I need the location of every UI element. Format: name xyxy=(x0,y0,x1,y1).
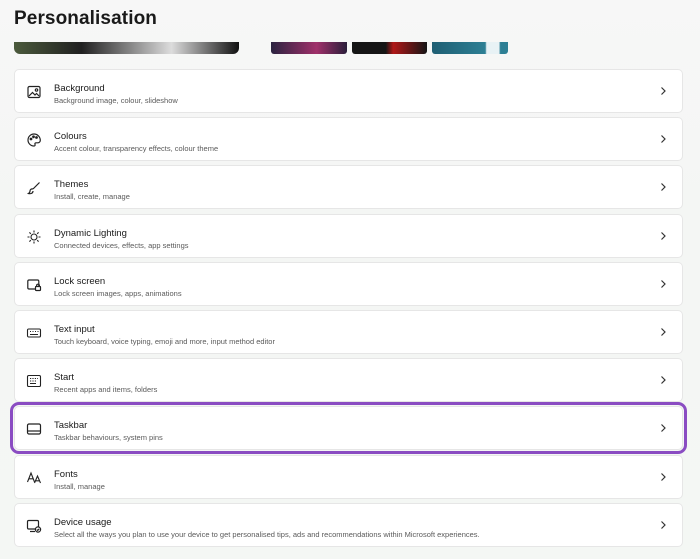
chevron-right-icon xyxy=(658,133,668,145)
fonts-icon xyxy=(26,470,42,486)
item-label: Device usage xyxy=(54,516,112,528)
item-label: Themes xyxy=(54,179,89,191)
settings-item-taskbar[interactable]: Taskbar Taskbar behaviours, system pins xyxy=(10,402,687,455)
image-icon xyxy=(26,84,42,100)
taskbar-icon xyxy=(26,421,42,437)
item-description: Taskbar behaviours, system pins xyxy=(54,433,163,443)
item-description: Install, manage xyxy=(54,481,105,491)
item-description: Recent apps and items, folders xyxy=(54,385,158,395)
settings-item-lock-screen[interactable]: Lock screen Lock screen images, apps, an… xyxy=(14,261,683,306)
theme-thumbnail[interactable] xyxy=(271,42,347,54)
item-description: Connected devices, effects, app settings xyxy=(54,240,189,250)
settings-item-device-usage[interactable]: Device usage Select all the ways you pla… xyxy=(14,502,683,547)
chevron-right-icon xyxy=(658,85,668,97)
item-label: Fonts xyxy=(54,468,78,480)
brush-icon xyxy=(26,180,42,196)
chevron-right-icon xyxy=(658,422,668,434)
settings-item-start[interactable]: Start Recent apps and items, folders xyxy=(14,358,683,403)
page-title: Personalisation xyxy=(14,8,157,29)
settings-list: Background Background image, colour, sli… xyxy=(10,69,687,551)
chevron-right-icon xyxy=(658,519,668,531)
item-label: Start xyxy=(54,372,75,384)
chevron-right-icon xyxy=(658,374,668,386)
settings-item-dynamic-lighting[interactable]: Dynamic Lighting Connected devices, effe… xyxy=(14,213,683,258)
item-description: Accent colour, transparency effects, col… xyxy=(54,144,219,154)
theme-thumbnail[interactable] xyxy=(432,42,508,54)
item-label: Dynamic Lighting xyxy=(54,227,127,239)
settings-item-fonts[interactable]: Fonts Install, manage xyxy=(14,454,683,499)
chevron-right-icon xyxy=(658,471,668,483)
item-description: Install, create, manage xyxy=(54,192,130,202)
sun-icon xyxy=(26,229,42,245)
item-description: Lock screen images, apps, animations xyxy=(54,288,182,298)
item-label: Text input xyxy=(54,323,95,335)
lock-screen-icon xyxy=(26,277,42,293)
settings-item-colours[interactable]: Colours Accent colour, transparency effe… xyxy=(14,117,683,162)
theme-previews xyxy=(0,42,700,54)
settings-item-themes[interactable]: Themes Install, create, manage xyxy=(14,165,683,210)
item-label: Background xyxy=(54,83,105,94)
chevron-right-icon xyxy=(658,326,668,338)
item-label: Taskbar xyxy=(54,420,88,432)
settings-item-text-input[interactable]: Text input Touch keyboard, voice typing,… xyxy=(14,309,683,354)
palette-icon xyxy=(26,132,42,148)
chevron-right-icon xyxy=(658,181,668,193)
item-label: Lock screen xyxy=(54,275,106,287)
keyboard-icon xyxy=(26,325,42,341)
start-icon xyxy=(26,373,42,389)
chevron-right-icon xyxy=(658,230,668,242)
background-preview[interactable] xyxy=(14,42,239,54)
theme-thumbnail[interactable] xyxy=(352,42,427,54)
settings-item-background[interactable]: Background Background image, colour, sli… xyxy=(14,69,683,113)
device-usage-icon xyxy=(26,518,42,534)
chevron-right-icon xyxy=(658,278,668,290)
item-description: Touch keyboard, voice typing, emoji and … xyxy=(54,336,275,346)
item-label: Colours xyxy=(54,131,87,143)
item-description: Select all the ways you plan to use your… xyxy=(54,529,480,539)
item-description: Background image, colour, slideshow xyxy=(54,96,178,105)
